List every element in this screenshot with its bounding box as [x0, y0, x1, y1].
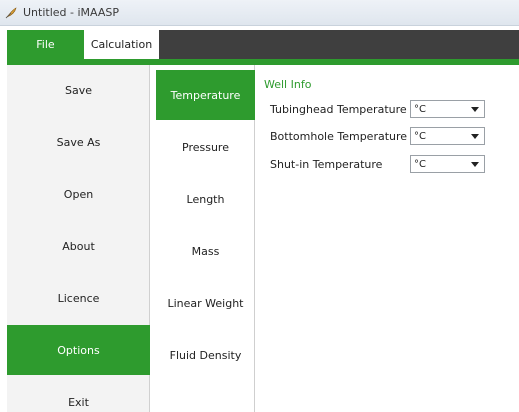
sidebar-item-label: Options — [57, 343, 100, 357]
field-row-bottomhole: Bottomhole Temperature °C — [270, 127, 510, 145]
chevron-down-icon — [471, 162, 479, 167]
bottomhole-temperature-unit-select[interactable]: °C — [410, 127, 485, 145]
sidebar-item-options[interactable]: Options — [7, 325, 150, 375]
options-subnav: Temperature Pressure Length Mass Linear … — [154, 65, 255, 412]
subnav-item-linear-weight[interactable]: Linear Weight — [156, 278, 255, 328]
subnav-item-mass[interactable]: Mass — [156, 226, 255, 276]
tab-calculation[interactable]: Calculation — [84, 30, 159, 59]
subnav-item-fluid-density[interactable]: Fluid Density — [156, 330, 255, 380]
sidebar-item-label: Save As — [56, 135, 101, 149]
sidebar-item-licence[interactable]: Licence — [7, 273, 150, 323]
subnav-item-label: Pressure — [182, 140, 229, 154]
subnav-item-label: Mass — [191, 244, 220, 258]
subnav-item-temperature[interactable]: Temperature — [156, 70, 255, 120]
feather-icon — [4, 6, 18, 20]
sidebar-item-label: About — [62, 239, 95, 253]
sidebar-item-label: Save — [64, 83, 92, 97]
shut-in-temperature-unit-select[interactable]: °C — [410, 155, 485, 173]
options-panel: Well Info Tubinghead Temperature °C Bott… — [256, 65, 519, 412]
field-row-tubinghead: Tubinghead Temperature °C — [270, 100, 510, 118]
subnav-item-label: Linear Weight — [167, 296, 244, 310]
field-label: Bottomhole Temperature — [270, 129, 408, 143]
select-value: °C — [414, 103, 426, 115]
select-value: °C — [414, 130, 426, 142]
subnav-item-label: Length — [186, 192, 225, 206]
title-bar: Untitled - iMAASP — [0, 0, 519, 26]
chevron-down-icon — [471, 134, 479, 139]
sidebar-item-exit[interactable]: Exit — [7, 377, 150, 412]
field-label: Shut-in Temperature — [270, 157, 383, 171]
field-row-shut-in: Shut-in Temperature °C — [270, 155, 510, 173]
sidebar-item-label: Exit — [68, 395, 89, 409]
sidebar-item-save-as[interactable]: Save As — [7, 117, 150, 167]
field-label: Tubinghead Temperature — [270, 102, 407, 116]
tubinghead-temperature-unit-select[interactable]: °C — [410, 100, 485, 118]
left-margin — [0, 26, 7, 412]
subnav-item-label: Temperature — [170, 88, 241, 102]
sidebar-item-open[interactable]: Open — [7, 169, 150, 219]
section-title: Well Info — [264, 78, 312, 91]
subnav-item-length[interactable]: Length — [156, 174, 255, 224]
sidebar-item-label: Licence — [57, 291, 100, 305]
select-value: °C — [414, 158, 426, 170]
subnav-item-pressure[interactable]: Pressure — [156, 122, 255, 172]
chevron-down-icon — [471, 107, 479, 112]
tab-file[interactable]: File — [7, 30, 84, 59]
subnav-item-label: Fluid Density — [169, 348, 242, 362]
sidebar-item-save[interactable]: Save — [7, 65, 150, 115]
sidebar-item-label: Open — [63, 187, 94, 201]
sidebar-item-about[interactable]: About — [7, 221, 150, 271]
window-title: Untitled - iMAASP — [23, 6, 119, 19]
menubar — [159, 30, 519, 59]
file-sidebar: Save Save As Open About Licence Options … — [7, 65, 150, 412]
